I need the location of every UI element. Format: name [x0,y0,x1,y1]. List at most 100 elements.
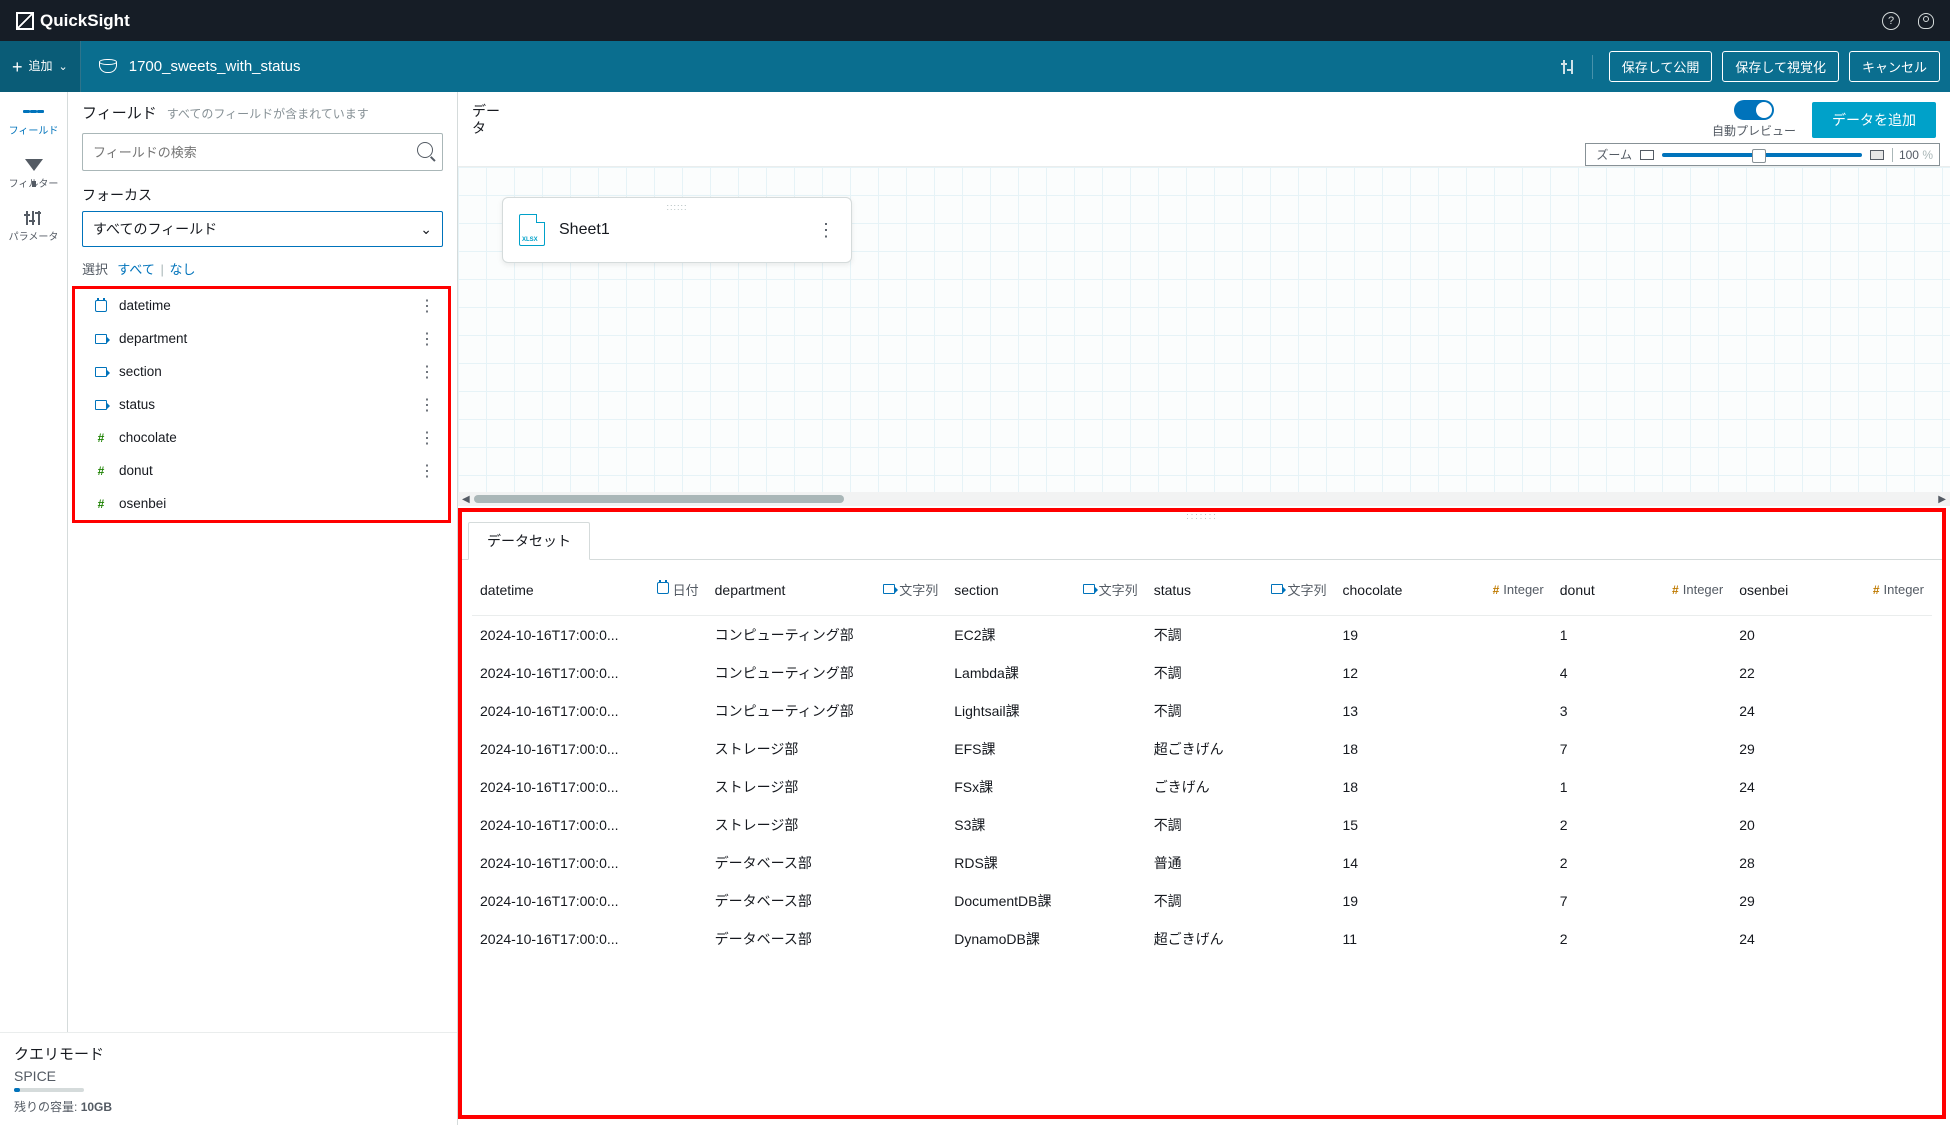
table-row[interactable]: 2024-10-16T17:00:0...ストレージ部EFS課超ごきげん1872… [472,730,1932,768]
focus-label: フォーカス [68,179,457,211]
rail-filter[interactable]: フィルター [9,155,59,190]
table-row[interactable]: 2024-10-16T17:00:0...データベース部DynamoDB課超ごき… [472,920,1932,958]
field-list: datetime⋮department⋮section⋮status⋮#choc… [72,286,451,523]
field-search-input[interactable] [82,133,443,171]
column-header-status[interactable]: status 文字列 [1146,560,1335,616]
spice-remaining: 残りの容量: 10GB [14,1098,443,1115]
table-row[interactable]: 2024-10-16T17:00:0...データベース部DocumentDB課不… [472,882,1932,920]
focus-select[interactable]: すべてのフィールド ⌄ [82,211,443,247]
scroll-thumb[interactable] [474,495,844,503]
cell-status: ごきげん [1146,768,1335,806]
zoom-fit-icon[interactable] [1640,150,1654,160]
rail-fields[interactable]: フィールド [9,102,59,137]
field-menu-icon[interactable]: ⋮ [419,395,434,415]
save-publish-button[interactable]: 保存して公開 [1609,51,1713,82]
cell-department: データベース部 [707,920,947,958]
select-none-link[interactable]: なし [169,262,195,277]
cell-chocolate: 18 [1335,730,1552,768]
resize-grip-icon[interactable]: ::::::: [462,512,1942,522]
left-rail: フィールド フィルター パラメータ コミュニティ [0,92,68,1125]
field-item-status[interactable]: status⋮ [87,388,440,421]
cell-section: DocumentDB課 [946,882,1145,920]
sheet-name: Sheet1 [559,221,803,239]
divider [1592,55,1593,79]
cell-osenbei: 28 [1731,844,1932,882]
cell-chocolate: 11 [1335,920,1552,958]
field-item-osenbei[interactable]: #osenbei [87,487,440,520]
auto-preview-toggle[interactable] [1734,100,1774,120]
chevron-down-icon: ⌄ [420,221,432,238]
zoom-slider[interactable] [1662,153,1862,157]
cell-osenbei: 29 [1731,730,1932,768]
cell-datetime: 2024-10-16T17:00:0... [472,692,707,730]
column-header-osenbei[interactable]: osenbei# Integer [1731,560,1932,616]
settings-sliders-icon[interactable] [1560,59,1576,75]
app-name: QuickSight [40,11,130,31]
cell-section: Lambda課 [946,654,1145,692]
cell-osenbei: 29 [1731,882,1932,920]
field-menu-icon[interactable]: ⋮ [419,329,434,349]
table-row[interactable]: 2024-10-16T17:00:0...コンピューティング部Lambda課不調… [472,654,1932,692]
field-menu-icon[interactable]: ⋮ [419,461,434,481]
field-menu-icon[interactable]: ⋮ [419,428,434,448]
field-item-chocolate[interactable]: #chocolate⋮ [87,421,440,454]
add-button[interactable]: + 追加 ⌄ [0,41,81,92]
table-row[interactable]: 2024-10-16T17:00:0...ストレージ部S3課不調15220 [472,806,1932,844]
rail-parameter[interactable]: パラメータ [9,208,59,243]
cell-status: 不調 [1146,692,1335,730]
search-icon [417,142,433,158]
canvas-grid[interactable]: :::::: XLSX Sheet1 ⋮ ◀ ▶ [458,166,1950,506]
table-row[interactable]: 2024-10-16T17:00:0...コンピューティング部Lightsail… [472,692,1932,730]
cell-osenbei: 20 [1731,806,1932,844]
select-row: 選択 すべて | なし [68,255,457,286]
scroll-left-icon[interactable]: ◀ [462,494,470,505]
field-item-donut[interactable]: #donut⋮ [87,454,440,487]
column-header-donut[interactable]: donut# Integer [1552,560,1731,616]
app-logo[interactable]: QuickSight [16,11,130,31]
column-header-datetime[interactable]: datetime 日付 [472,560,707,616]
cell-osenbei: 22 [1731,654,1932,692]
select-all-link[interactable]: すべて [117,262,155,277]
dataset-title: 1700_sweets_with_status [129,58,301,75]
field-item-section[interactable]: section⋮ [87,355,440,388]
field-menu-icon[interactable]: ⋮ [419,362,434,382]
zoom-actual-icon[interactable] [1870,150,1884,160]
user-icon[interactable] [1918,13,1934,29]
cell-section: FSx課 [946,768,1145,806]
cell-donut: 1 [1552,768,1731,806]
cell-donut: 4 [1552,654,1731,692]
cancel-button[interactable]: キャンセル [1849,51,1940,82]
table-row[interactable]: 2024-10-16T17:00:0...データベース部RDS課普通14228 [472,844,1932,882]
scroll-right-icon[interactable]: ▶ [1938,494,1946,505]
data-table: datetime 日付department 文字列section 文字列stat… [472,560,1932,958]
table-row[interactable]: 2024-10-16T17:00:0...ストレージ部FSx課ごきげん18124 [472,768,1932,806]
cell-datetime: 2024-10-16T17:00:0... [472,730,707,768]
dataset-tab[interactable]: データセット [468,522,590,560]
sheet-menu-icon[interactable]: ⋮ [817,220,835,241]
sheet-node[interactable]: :::::: XLSX Sheet1 ⋮ [502,197,852,263]
field-menu-icon[interactable]: ⋮ [419,296,434,316]
spice-usage-bar [14,1088,84,1092]
number-type-icon: # [98,431,105,445]
add-data-button[interactable]: データを追加 [1812,102,1936,138]
field-item-datetime[interactable]: datetime⋮ [87,289,440,322]
column-header-chocolate[interactable]: chocolate# Integer [1335,560,1552,616]
string-type-icon [883,583,895,597]
help-icon[interactable]: ? [1882,12,1900,30]
fields-icon [23,102,45,122]
cell-status: 不調 [1146,616,1335,655]
cell-section: EC2課 [946,616,1145,655]
cell-chocolate: 13 [1335,692,1552,730]
save-visualize-button[interactable]: 保存して視覚化 [1722,51,1839,82]
canvas-h-scrollbar[interactable]: ◀ ▶ [458,492,1950,506]
table-row[interactable]: 2024-10-16T17:00:0...コンピューティング部EC2課不調191… [472,616,1932,655]
cell-department: コンピューティング部 [707,692,947,730]
cell-donut: 2 [1552,806,1731,844]
column-header-department[interactable]: department 文字列 [707,560,947,616]
field-item-department[interactable]: department⋮ [87,322,440,355]
column-header-section[interactable]: section 文字列 [946,560,1145,616]
date-type-icon [95,300,107,312]
zoom-control[interactable]: ズーム 100 % [1585,143,1940,166]
drag-handle-icon[interactable]: :::::: [666,202,687,212]
date-type-icon [657,582,669,597]
